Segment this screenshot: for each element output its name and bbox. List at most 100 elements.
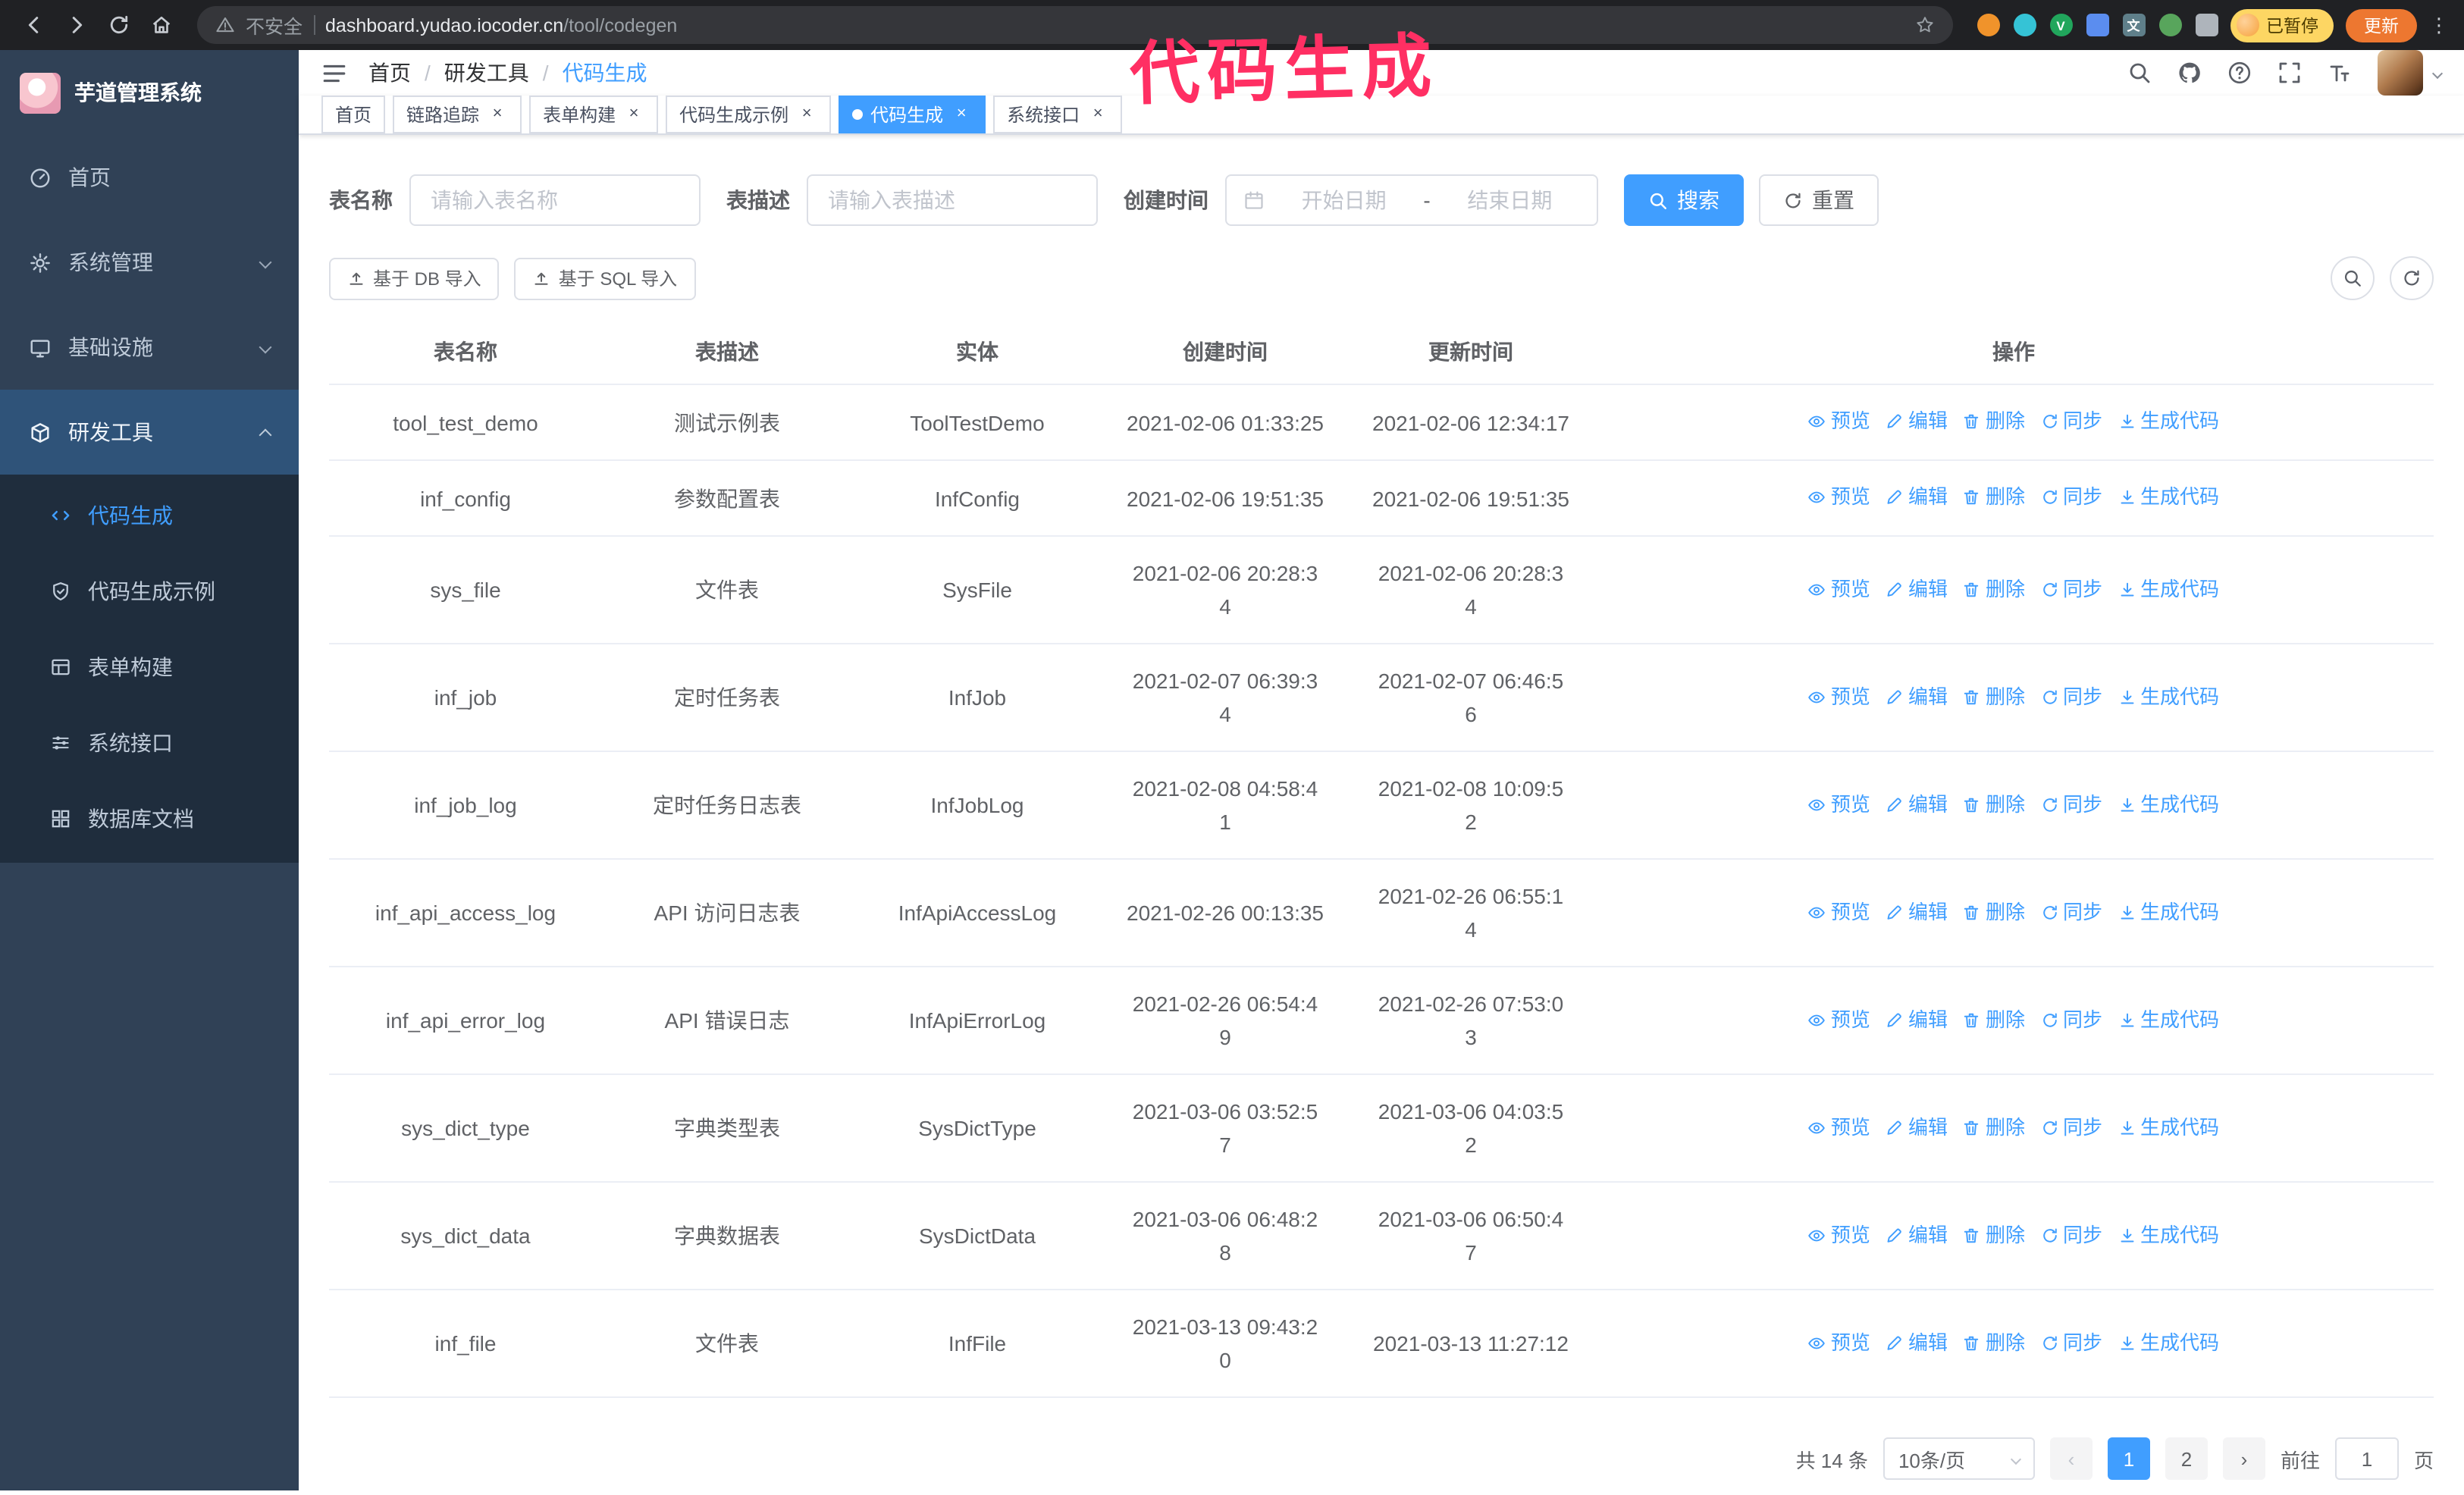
user-avatar[interactable] — [2378, 50, 2444, 96]
preview-action-link[interactable]: 预览 — [1808, 1326, 1870, 1359]
preview-action-link[interactable]: 预览 — [1808, 405, 1870, 438]
chrome-update-button[interactable]: 更新 — [2346, 8, 2417, 42]
close-icon[interactable]: × — [1087, 104, 1108, 125]
prev-page-button[interactable]: ‹ — [2049, 1437, 2093, 1480]
extension-icon[interactable] — [2158, 14, 2181, 36]
kebab-menu-icon[interactable]: ⋮ — [2429, 13, 2449, 37]
sync-action-link[interactable]: 同步 — [2040, 680, 2102, 713]
edit-action-link[interactable]: 编辑 — [1886, 1003, 1948, 1036]
generate-action-link[interactable]: 生成代码 — [2118, 405, 2219, 438]
search-button[interactable]: 搜索 — [1624, 174, 1744, 226]
date-range-picker[interactable]: 开始日期 - 结束日期 — [1225, 174, 1598, 226]
extension-icon[interactable] — [1977, 14, 1999, 36]
delete-action-link[interactable]: 删除 — [1963, 1218, 2025, 1252]
preview-action-link[interactable]: 预览 — [1808, 572, 1870, 606]
sidebar-item-system[interactable]: 系统管理 — [0, 220, 299, 305]
github-icon[interactable] — [2177, 61, 2202, 85]
font-size-icon[interactable] — [2328, 61, 2352, 85]
sync-action-link[interactable]: 同步 — [2040, 788, 2102, 821]
reload-icon[interactable] — [100, 7, 136, 43]
page-1-button[interactable]: 1 — [2107, 1437, 2150, 1480]
preview-action-link[interactable]: 预览 — [1808, 481, 1870, 514]
sync-action-link[interactable]: 同步 — [2040, 1218, 2102, 1252]
generate-action-link[interactable]: 生成代码 — [2118, 680, 2219, 713]
extension-icon[interactable]: V — [2049, 14, 2072, 36]
generate-action-link[interactable]: 生成代码 — [2118, 1326, 2219, 1359]
tab-form-builder[interactable]: 表单构建 × — [529, 96, 659, 133]
next-page-button[interactable]: › — [2222, 1437, 2265, 1480]
extension-icon[interactable] — [2086, 14, 2108, 36]
address-bar[interactable]: 不安全 dashboard.yudao.iocoder.cn/tool/code… — [197, 6, 1952, 44]
sidebar-item-db-doc[interactable]: 数据库文档 — [0, 781, 299, 857]
breadcrumb-home[interactable]: 首页 — [368, 58, 411, 88]
tab-home[interactable]: 首页 — [321, 96, 386, 133]
delete-action-link[interactable]: 删除 — [1963, 680, 2025, 713]
generate-action-link[interactable]: 生成代码 — [2118, 1111, 2219, 1144]
sync-action-link[interactable]: 同步 — [2040, 1326, 2102, 1359]
profile-paused-chip[interactable]: 已暂停 — [2230, 8, 2334, 42]
edit-action-link[interactable]: 编辑 — [1886, 1111, 1948, 1144]
edit-action-link[interactable]: 编辑 — [1886, 572, 1948, 606]
edit-action-link[interactable]: 编辑 — [1886, 680, 1948, 713]
generate-action-link[interactable]: 生成代码 — [2118, 481, 2219, 514]
sidebar-item-codegen-example[interactable]: 代码生成示例 — [0, 553, 299, 629]
app-logo[interactable]: 芋道管理系统 — [0, 50, 299, 135]
import-db-button[interactable]: 基于 DB 导入 — [329, 257, 500, 299]
delete-action-link[interactable]: 删除 — [1963, 572, 2025, 606]
sidebar-item-home[interactable]: 首页 — [0, 135, 299, 220]
preview-action-link[interactable]: 预览 — [1808, 788, 1870, 821]
extension-icon[interactable]: 文 — [2122, 14, 2145, 36]
table-desc-input[interactable] — [807, 174, 1098, 226]
bookmark-star-icon[interactable] — [1914, 15, 1934, 35]
home-icon[interactable] — [143, 7, 179, 43]
breadcrumb-devtools[interactable]: 研发工具 — [444, 58, 529, 88]
generate-action-link[interactable]: 生成代码 — [2118, 1003, 2219, 1036]
tab-tracing[interactable]: 链路追踪 × — [393, 96, 522, 133]
edit-action-link[interactable]: 编辑 — [1886, 895, 1948, 929]
back-icon[interactable] — [15, 7, 52, 43]
import-sql-button[interactable]: 基于 SQL 导入 — [514, 257, 696, 299]
sync-action-link[interactable]: 同步 — [2040, 572, 2102, 606]
forward-icon[interactable] — [58, 7, 94, 43]
edit-action-link[interactable]: 编辑 — [1886, 405, 1948, 438]
close-icon[interactable]: × — [487, 104, 508, 125]
close-icon[interactable]: × — [796, 104, 817, 125]
delete-action-link[interactable]: 删除 — [1963, 1111, 2025, 1144]
sync-action-link[interactable]: 同步 — [2040, 405, 2102, 438]
edit-action-link[interactable]: 编辑 — [1886, 481, 1948, 514]
delete-action-link[interactable]: 删除 — [1963, 1003, 2025, 1036]
extension-icon[interactable] — [2013, 14, 2036, 36]
generate-action-link[interactable]: 生成代码 — [2118, 572, 2219, 606]
edit-action-link[interactable]: 编辑 — [1886, 1218, 1948, 1252]
table-name-input[interactable] — [409, 174, 701, 226]
generate-action-link[interactable]: 生成代码 — [2118, 788, 2219, 821]
goto-page-input[interactable] — [2334, 1437, 2399, 1480]
sync-action-link[interactable]: 同步 — [2040, 1003, 2102, 1036]
show-search-button[interactable] — [2331, 256, 2375, 300]
sync-action-link[interactable]: 同步 — [2040, 895, 2102, 929]
delete-action-link[interactable]: 删除 — [1963, 1326, 2025, 1359]
sidebar-item-form-builder[interactable]: 表单构建 — [0, 629, 299, 705]
generate-action-link[interactable]: 生成代码 — [2118, 895, 2219, 929]
refresh-table-button[interactable] — [2390, 256, 2434, 300]
extension-icon[interactable] — [2195, 14, 2218, 36]
tab-api[interactable]: 系统接口 × — [993, 96, 1123, 133]
edit-action-link[interactable]: 编辑 — [1886, 788, 1948, 821]
sidebar-item-api[interactable]: 系统接口 — [0, 705, 299, 781]
sidebar-item-devtools[interactable]: 研发工具 — [0, 390, 299, 475]
delete-action-link[interactable]: 删除 — [1963, 405, 2025, 438]
preview-action-link[interactable]: 预览 — [1808, 895, 1870, 929]
fullscreen-icon[interactable] — [2277, 61, 2302, 85]
help-icon[interactable] — [2227, 61, 2252, 85]
generate-action-link[interactable]: 生成代码 — [2118, 1218, 2219, 1252]
delete-action-link[interactable]: 删除 — [1963, 481, 2025, 514]
close-icon[interactable]: × — [623, 104, 644, 125]
reset-button[interactable]: 重置 — [1759, 174, 1879, 226]
search-icon[interactable] — [2127, 61, 2152, 85]
sidebar-item-codegen[interactable]: 代码生成 — [0, 478, 299, 553]
sidebar-item-infra[interactable]: 基础设施 — [0, 305, 299, 390]
edit-action-link[interactable]: 编辑 — [1886, 1326, 1948, 1359]
preview-action-link[interactable]: 预览 — [1808, 680, 1870, 713]
preview-action-link[interactable]: 预览 — [1808, 1218, 1870, 1252]
hamburger-icon[interactable] — [321, 60, 347, 86]
